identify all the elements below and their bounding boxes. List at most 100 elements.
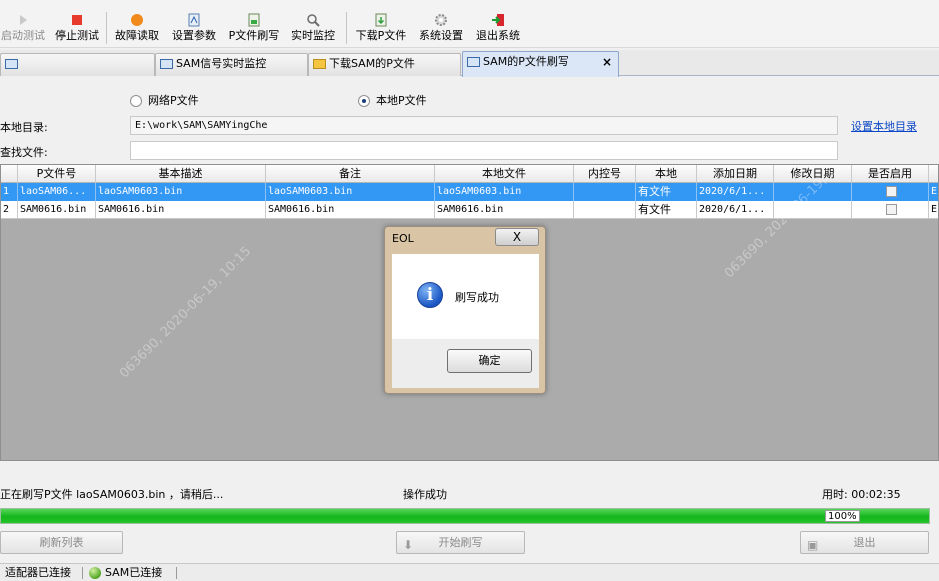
ok-button[interactable]: 确定: [447, 349, 532, 373]
toolbar: 启动测试 停止测试 故障读取 设置参数 P文件刷写 实时监控 下载P文件 系统设…: [0, 0, 939, 48]
fault-read-label: 故障读取: [115, 29, 159, 42]
tab-p-file-flash-label: SAM的P文件刷写: [483, 55, 569, 68]
radio-indicator: [358, 95, 370, 107]
status-separator: [82, 567, 83, 579]
radio-indicator: [130, 95, 142, 107]
settings-params-label: 设置参数: [172, 29, 216, 42]
local-file-label: 本地P文件: [376, 94, 427, 107]
column-header[interactable]: 添加日期: [697, 165, 774, 183]
fault-read-icon: [131, 14, 143, 26]
control-no-cell: [574, 183, 636, 201]
enabled-checkbox[interactable]: [885, 204, 897, 215]
start-flash-label: 开始刷写: [438, 536, 483, 549]
row-index: 1: [1, 183, 18, 201]
folder-icon: [313, 59, 326, 69]
local-dir-field[interactable]: E:\work\SAM\SAMYingChe: [130, 116, 838, 135]
local-status-cell: 有文件: [636, 183, 697, 201]
network-file-radio[interactable]: 网络P文件: [130, 93, 199, 109]
find-file-input[interactable]: [130, 141, 838, 160]
tab-p-file-flash[interactable]: SAM的P文件刷写 ×: [462, 51, 619, 77]
refresh-list-button[interactable]: 刷新列表: [0, 531, 123, 554]
note-cell: SAM0616.bin: [266, 201, 435, 219]
file-flash-button[interactable]: P文件刷写: [226, 8, 282, 46]
find-file-label: 查找文件:: [0, 146, 48, 159]
scroll-right-arrow-icon[interactable]: ▶: [927, 460, 934, 461]
note-cell: laoSAM0603.bin: [266, 183, 435, 201]
flash-progress-bar: 100%: [0, 508, 930, 524]
p-file-cell: SAM0616.bin: [18, 201, 96, 219]
enabled-cell: [852, 183, 929, 201]
system-settings-button[interactable]: 系统设置: [416, 8, 466, 46]
download-arrow-icon: ⬇: [403, 538, 414, 552]
tab-download-p-file[interactable]: 下载SAM的P文件: [308, 53, 461, 76]
window-icon: [5, 59, 18, 69]
monitor-label: 实时监控: [291, 29, 335, 42]
tab-download-p-file-label: 下载SAM的P文件: [329, 57, 415, 70]
exit-button[interactable]: ▣ 退出: [800, 531, 929, 554]
settings-params-button[interactable]: 设置参数: [169, 8, 219, 46]
settings-params-icon: [188, 13, 200, 27]
window-icon: [160, 59, 173, 69]
fault-read-button[interactable]: 故障读取: [112, 8, 162, 46]
download-file-button[interactable]: 下载P文件: [353, 8, 409, 46]
enabled-checkbox[interactable]: [885, 186, 897, 197]
extra-cell: E: [929, 201, 938, 219]
stop-test-label: 停止测试: [55, 29, 99, 42]
progress-percent: 100%: [825, 510, 860, 522]
column-header[interactable]: 基本描述: [96, 165, 266, 183]
control-no-cell: [574, 201, 636, 219]
exit-system-button[interactable]: 退出系统: [473, 8, 523, 46]
info-icon: i: [417, 282, 443, 308]
p-file-cell: laoSAM06...: [18, 183, 96, 201]
set-local-dir-link[interactable]: 设置本地目录: [851, 118, 917, 134]
exit-door-icon: ▣: [807, 538, 819, 552]
exit-label: 退出: [853, 536, 876, 549]
column-header[interactable]: [929, 165, 938, 183]
flash-form: 网络P文件 本地P文件 本地目录: E:\work\SAM\SAMYingChe…: [0, 77, 939, 164]
flash-status-row: 正在刷写P文件 laoSAM0603.bin ，请稍后... 操作成功 用时: …: [0, 484, 939, 502]
added-date-cell: 2020/6/1...: [697, 183, 774, 201]
column-header[interactable]: 本地文件: [435, 165, 574, 183]
exit-system-label: 退出系统: [476, 29, 520, 42]
toolbar-separator: [106, 12, 107, 44]
local-file-cell: laoSAM0603.bin: [435, 183, 574, 201]
extra-cell: E: [929, 183, 938, 201]
column-header[interactable]: 备注: [266, 165, 435, 183]
tab-sam-monitor-label: SAM信号实时监控: [176, 57, 267, 70]
download-file-icon: [375, 13, 387, 27]
monitor-button[interactable]: 实时监控: [288, 8, 338, 46]
column-header[interactable]: P文件号: [18, 165, 96, 183]
start-test-button[interactable]: 启动测试: [0, 8, 46, 46]
local-file-cell: SAM0616.bin: [435, 201, 574, 219]
stop-test-button[interactable]: 停止测试: [52, 8, 102, 46]
elapsed-time: 用时: 00:02:35: [822, 488, 901, 501]
start-flash-button[interactable]: ⬇ 开始刷写: [396, 531, 525, 554]
added-date-cell: 2020/6/1...: [697, 201, 774, 219]
column-header[interactable]: 本地: [636, 165, 697, 183]
desc-cell: laoSAM0603.bin: [96, 183, 266, 201]
start-test-label: 启动测试: [1, 29, 45, 42]
tab-close-icon[interactable]: ×: [602, 52, 612, 72]
column-header[interactable]: 内控号: [574, 165, 636, 183]
dialog-close-button[interactable]: X: [495, 228, 539, 246]
dialog-message: 刷写成功: [455, 291, 499, 304]
horizontal-scrollbar[interactable]: ▶: [1, 460, 939, 461]
status-bar: 适配器已连接 SAM已连接: [0, 563, 939, 581]
tab-home[interactable]: [0, 53, 155, 76]
toolbar-separator: [346, 12, 347, 44]
file-flash-label: P文件刷写: [228, 29, 280, 42]
adapter-status: 适配器已连接: [5, 566, 71, 579]
system-settings-label: 系统设置: [419, 29, 463, 42]
progress-fill: [1, 509, 929, 523]
message-dialog: EOL X i 刷写成功 确定: [384, 226, 546, 394]
column-header[interactable]: 是否启用: [852, 165, 929, 183]
sam-status: SAM已连接: [105, 566, 163, 579]
network-file-label: 网络P文件: [148, 94, 199, 107]
local-file-radio[interactable]: 本地P文件: [358, 93, 427, 109]
watermark: 063690, 2020-06-19, 10:15: [116, 243, 255, 382]
row-header-cell: [1, 165, 18, 183]
row-index: 2: [1, 201, 18, 219]
tab-sam-monitor[interactable]: SAM信号实时监控: [155, 53, 308, 76]
local-status-cell: 有文件: [636, 201, 697, 219]
gear-icon: [435, 14, 447, 26]
